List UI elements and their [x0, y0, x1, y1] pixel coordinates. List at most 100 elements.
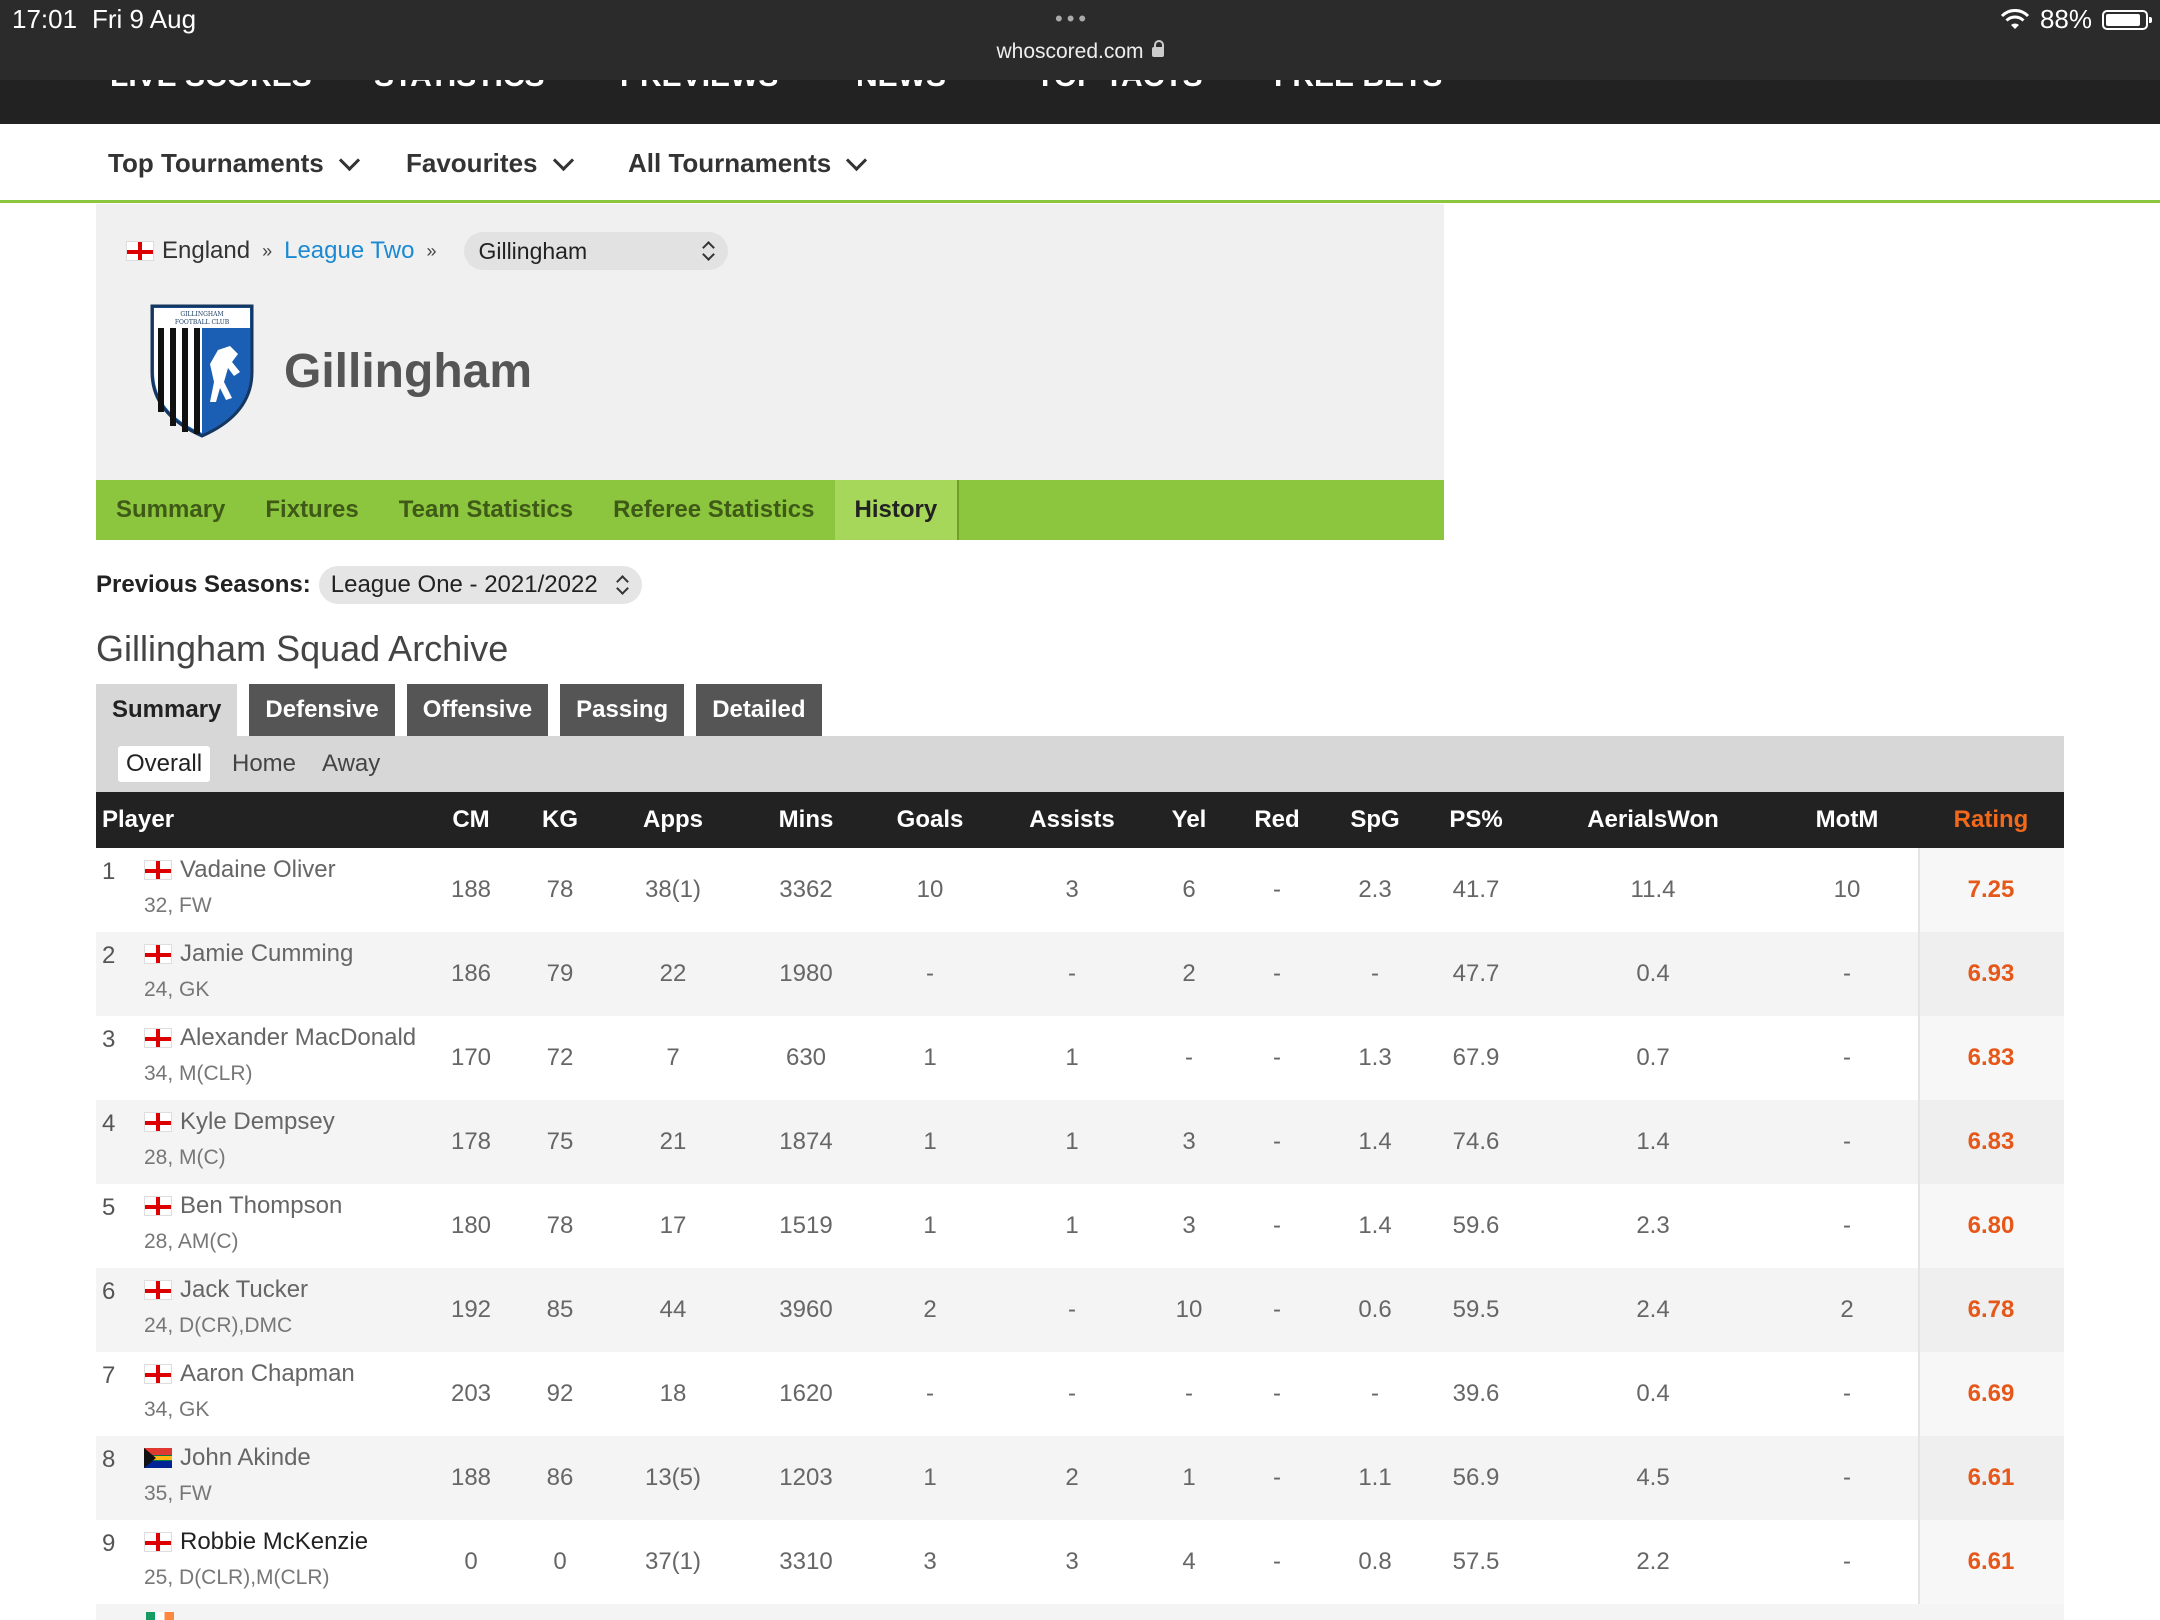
cell-motm: 2: [1840, 1296, 1854, 1323]
breadcrumb: England » League Two » Gillingham: [126, 232, 729, 270]
cell-kg: 86: [546, 1464, 574, 1491]
player-name-link[interactable]: Robbie McKenzie: [144, 1528, 368, 1556]
cell-kg: 78: [546, 876, 574, 903]
col-yel[interactable]: Yel: [1172, 792, 1207, 848]
player-name: Jack Tucker: [180, 1276, 309, 1303]
col-rating[interactable]: Rating: [1954, 792, 2029, 848]
cell-apps: 17: [659, 1212, 687, 1239]
breadcrumb-separator: »: [426, 240, 437, 261]
stat-tabs: Summary Defensive Offensive Passing Deta…: [96, 684, 822, 736]
cell-goals: 2: [923, 1296, 937, 1323]
nav-previews[interactable]: PREVIEWS: [620, 80, 778, 94]
col-apps[interactable]: Apps: [643, 792, 703, 848]
table-row: 3 Alexander MacDonald 34, M(CLR) 170 72 7 630 1…: [96, 1016, 2064, 1100]
tab-team-statistics[interactable]: Team Statistics: [379, 480, 593, 540]
player-name-link[interactable]: Jack Tucker: [144, 1276, 308, 1304]
stat-tab-defensive[interactable]: Defensive: [249, 684, 395, 736]
stat-tab-summary[interactable]: Summary: [96, 684, 238, 736]
col-assists[interactable]: Assists: [1029, 792, 1114, 848]
cell-yel: -: [1185, 1044, 1193, 1071]
previous-seasons: Previous Seasons: League One - 2021/2022: [96, 566, 642, 604]
col-motm[interactable]: MotM: [1816, 792, 1879, 848]
chevron-down-icon: [552, 149, 574, 172]
player-name-link[interactable]: Vadaine Oliver: [144, 856, 336, 884]
filter-away[interactable]: Away: [314, 746, 388, 782]
cell-goals: -: [926, 1380, 934, 1407]
stat-tab-offensive[interactable]: Offensive: [406, 684, 549, 736]
cell-kg: 72: [546, 1044, 574, 1071]
cell-goals: 1: [923, 1044, 937, 1071]
col-aerials-won[interactable]: AerialsWon: [1587, 792, 1719, 848]
col-kg[interactable]: KG: [542, 792, 578, 848]
team-select[interactable]: Gillingham: [464, 232, 729, 270]
nav-live-scores[interactable]: LIVE SCORES: [110, 80, 312, 94]
cell-motm: 10: [1833, 876, 1861, 903]
col-spg[interactable]: SpG: [1350, 792, 1399, 848]
col-cm[interactable]: CM: [452, 792, 489, 848]
player-name-link[interactable]: Alexander MacDonald: [144, 1024, 416, 1052]
cell-yel: 3: [1182, 1128, 1196, 1155]
breadcrumb-country[interactable]: England: [162, 237, 250, 265]
player-name-link[interactable]: John Akinde: [144, 1444, 311, 1472]
status-date: Fri 9 Aug: [92, 4, 197, 34]
col-red[interactable]: Red: [1254, 792, 1299, 848]
address-bar[interactable]: whoscored.com: [0, 40, 2160, 64]
nav-statistics[interactable]: STATISTICS: [374, 80, 545, 94]
all-tournaments-menu[interactable]: All Tournaments: [628, 148, 868, 179]
stat-tab-passing[interactable]: Passing: [560, 684, 685, 736]
col-ps[interactable]: PS%: [1449, 792, 1502, 848]
col-player[interactable]: Player: [102, 792, 174, 848]
cell-assists: -: [1068, 960, 1076, 987]
player-name: Jamie Cumming: [180, 940, 354, 967]
cell-cm: 188: [450, 876, 492, 903]
cell-spg: 0.6: [1358, 1296, 1392, 1323]
status-bar: 17:01 Fri 9 Aug ••• whoscored.com 88%: [0, 0, 2160, 80]
nav-top-tacts[interactable]: TOP TACTS: [1036, 80, 1203, 94]
multitask-dots-icon[interactable]: •••: [1055, 6, 1090, 32]
cell-yel: 2: [1182, 960, 1196, 987]
stat-tab-detailed[interactable]: Detailed: [696, 684, 822, 736]
player-name-link[interactable]: Jamie Cumming: [144, 940, 353, 968]
player-age-position: 34, M(CLR): [144, 1062, 253, 1085]
table-row: 6 Jack Tucker 24, D(CR),DMC 192 85 44 3960 2 - 10…: [96, 1268, 2064, 1352]
cell-apps: 22: [659, 960, 687, 987]
cell-kg: 79: [546, 960, 574, 987]
breadcrumb-league-link[interactable]: League Two: [284, 237, 414, 265]
cell-mins: 1203: [779, 1464, 833, 1491]
cell-cm: 180: [450, 1212, 492, 1239]
tab-history[interactable]: History: [834, 480, 960, 540]
filter-home[interactable]: Home: [224, 746, 304, 782]
filter-overall[interactable]: Overall: [118, 746, 211, 782]
cell-motm: -: [1843, 1212, 1851, 1239]
battery-icon: [2102, 9, 2152, 30]
cell-aerials: 0.4: [1636, 1380, 1670, 1407]
favourites-menu[interactable]: Favourites: [406, 148, 574, 179]
col-goals[interactable]: Goals: [897, 792, 964, 848]
table-row: 7 Aaron Chapman 34, GK 203 92 18 1620 - - - - - 39.6…: [96, 1352, 2064, 1436]
player-name: Alexander MacDonald: [180, 1024, 417, 1051]
col-mins[interactable]: Mins: [779, 792, 834, 848]
cell-ps: 41.7: [1452, 876, 1500, 903]
top-tournaments-menu[interactable]: Top Tournaments: [108, 148, 360, 179]
cell-red: -: [1273, 1212, 1281, 1239]
cell-spg: 1.4: [1358, 1212, 1392, 1239]
cell-goals: 3: [923, 1548, 937, 1575]
cell-rating: 6.61: [1967, 1548, 2015, 1575]
tab-referee-statistics[interactable]: Referee Statistics: [593, 480, 834, 540]
cell-rating: 6.69: [1967, 1380, 2015, 1407]
nav-free-bets[interactable]: FREE BETS: [1274, 80, 1442, 94]
table-row: 8 John Akinde 35, FW 188 86 13(5) 1203 1 2 1 - 1.1 5…: [96, 1436, 2064, 1520]
player-name-link[interactable]: Kyle Dempsey: [144, 1108, 335, 1136]
wifi-icon: [2000, 8, 2030, 29]
season-select[interactable]: League One - 2021/2022: [318, 566, 642, 604]
nav-news[interactable]: NEWS: [856, 80, 946, 94]
cell-mins: 1519: [779, 1212, 833, 1239]
player-name-link[interactable]: Ben Thompson: [144, 1192, 342, 1220]
cell-apps: 44: [659, 1296, 687, 1323]
tab-fixtures[interactable]: Fixtures: [245, 480, 378, 540]
svg-text:FOOTBALL CLUB: FOOTBALL CLUB: [175, 319, 230, 326]
team-tabs: Summary Fixtures Team Statistics Referee…: [96, 480, 1444, 540]
tab-summary[interactable]: Summary: [96, 480, 245, 540]
team-title: Gillingham: [284, 345, 533, 398]
player-name-link[interactable]: Aaron Chapman: [144, 1360, 355, 1388]
